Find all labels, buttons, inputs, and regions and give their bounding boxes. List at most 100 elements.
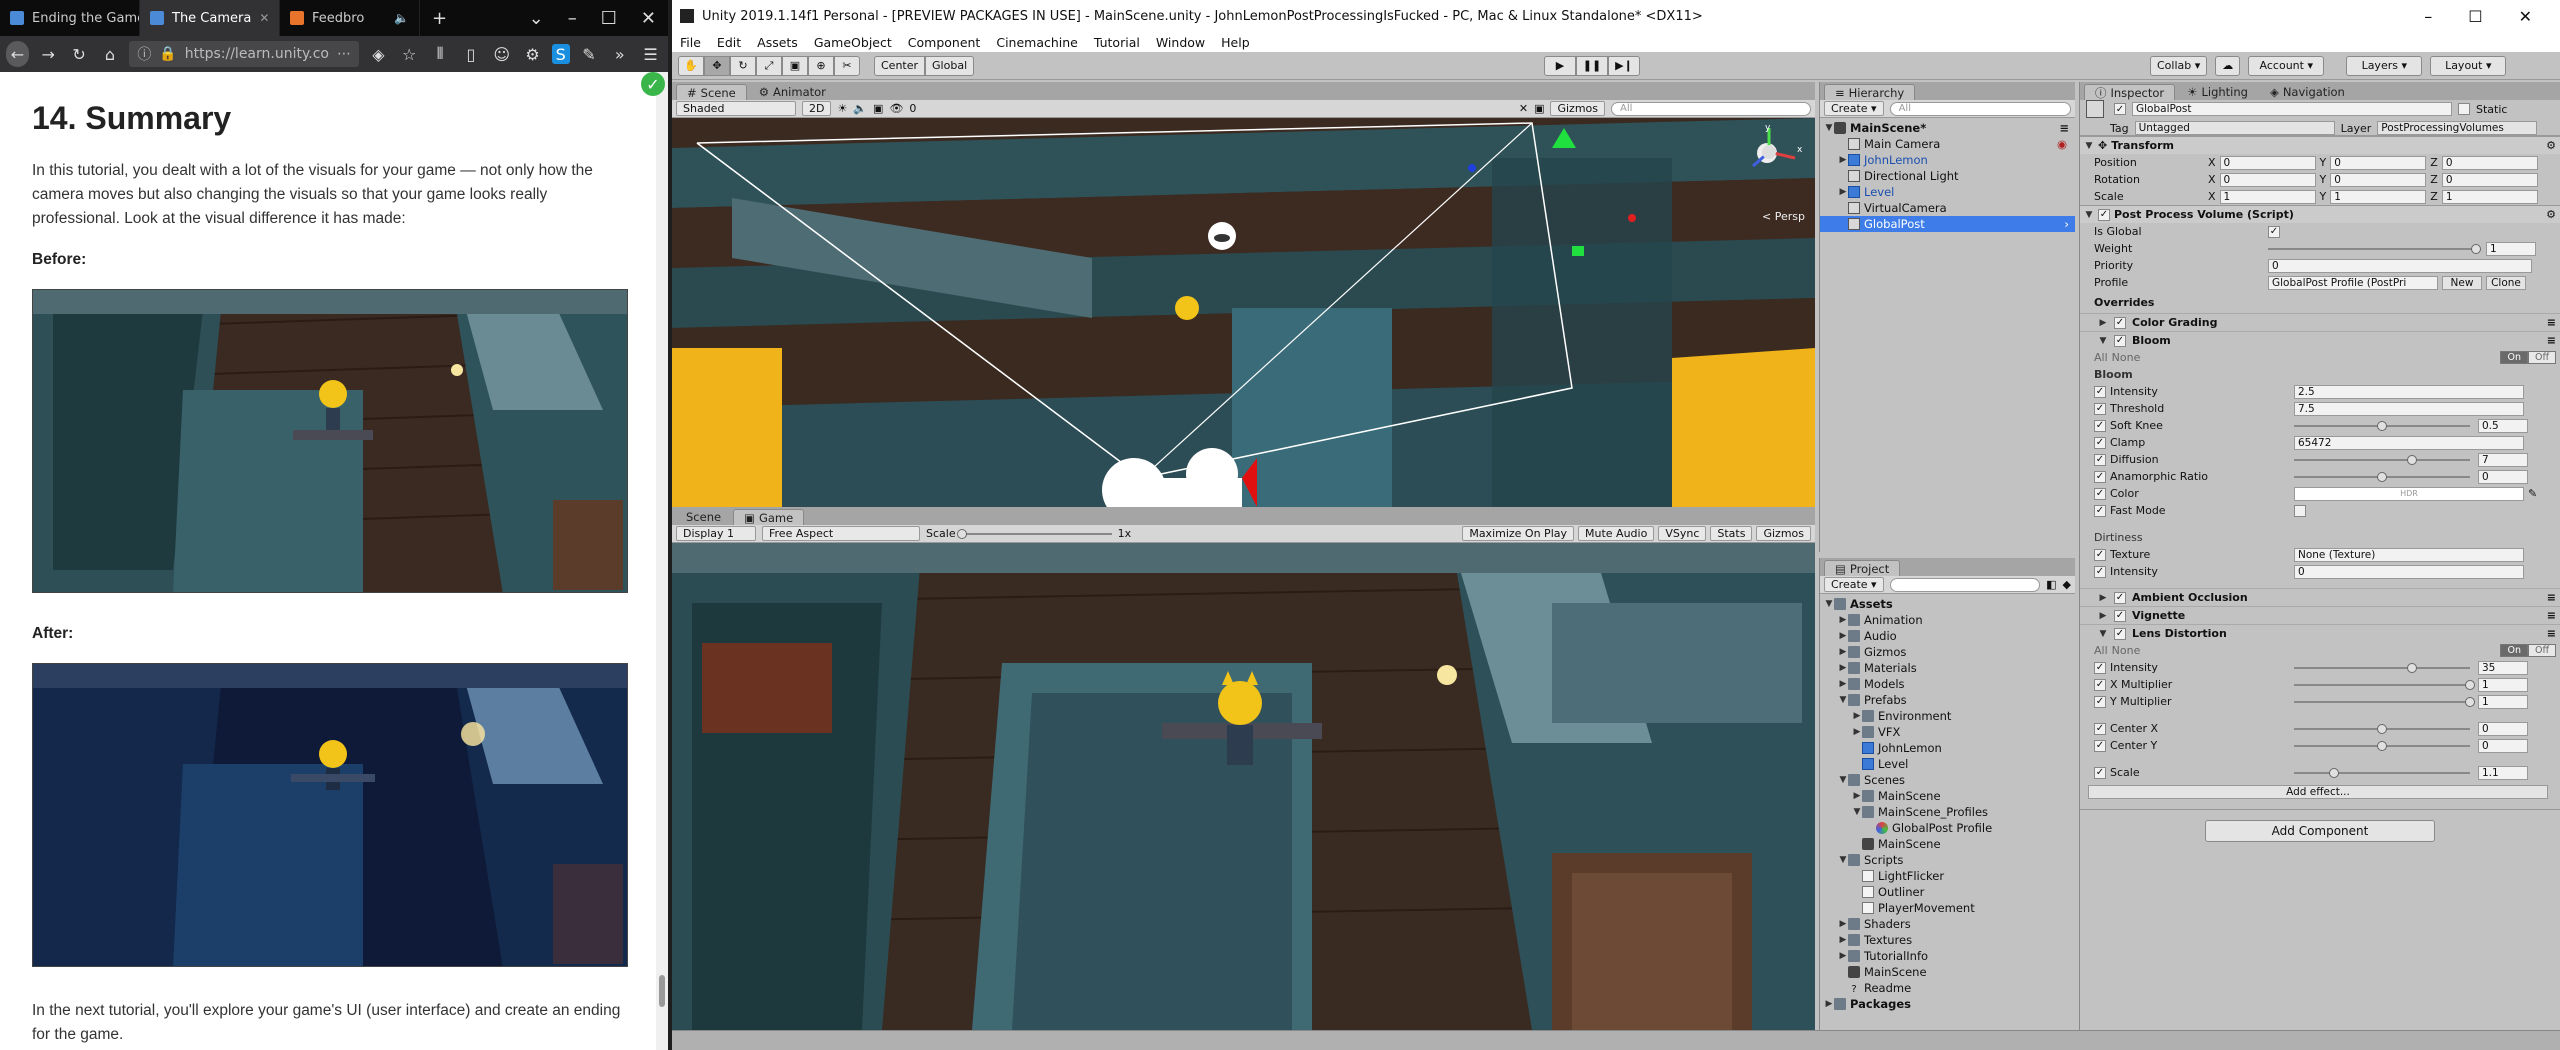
bloom-slider[interactable] bbox=[2294, 470, 2470, 484]
expand-arrow-icon[interactable]: ▼ bbox=[1824, 596, 1834, 612]
pivot-center-button[interactable]: Center bbox=[874, 55, 926, 76]
game-viewport[interactable] bbox=[672, 543, 1815, 1030]
pause-icon[interactable]: ❚❚ bbox=[1576, 55, 1608, 76]
bloom-value-field[interactable]: 65472 bbox=[2294, 435, 2524, 450]
menu-icon[interactable]: ≡ bbox=[2547, 591, 2556, 604]
lens-value-field[interactable]: 0 bbox=[2478, 721, 2528, 736]
orientation-gizmo[interactable]: y x bbox=[1739, 122, 1809, 182]
expand-arrow-icon[interactable]: ▶ bbox=[1824, 996, 1834, 1012]
expand-arrow-icon[interactable]: ▶ bbox=[1838, 644, 1848, 660]
hierarchy-item[interactable]: VirtualCamera bbox=[1820, 200, 2075, 216]
transform-tool-icon[interactable]: ⊕ bbox=[808, 55, 834, 76]
minimize-icon[interactable]: – bbox=[2424, 7, 2432, 26]
scene-tools-icon[interactable]: ✕ bbox=[1519, 102, 1528, 115]
gizmos-dropdown[interactable]: Gizmos bbox=[1550, 101, 1605, 116]
close-tab-icon[interactable]: ✕ bbox=[259, 11, 269, 25]
more-icon[interactable]: ⋯ bbox=[337, 46, 351, 62]
eyedropper-icon[interactable]: ✎ bbox=[2528, 487, 2537, 500]
color-grading-header[interactable]: ▶ ✓ Color Grading ≡ bbox=[2080, 313, 2560, 331]
project-create-dropdown[interactable]: Create ▾ bbox=[1824, 577, 1884, 592]
skype-extension-icon[interactable]: S bbox=[551, 44, 570, 64]
hierarchy-search-input[interactable]: All bbox=[1889, 101, 2071, 116]
expand-arrow-icon[interactable]: ▼ bbox=[1824, 120, 1834, 136]
project-item[interactable]: ▶ TutorialInfo bbox=[1820, 948, 2075, 964]
lens-value-field[interactable]: 1.1 bbox=[2478, 765, 2528, 780]
none-toggle[interactable]: None bbox=[2112, 644, 2141, 657]
none-toggle[interactable]: None bbox=[2112, 351, 2141, 364]
expand-arrow-icon[interactable]: ▼ bbox=[2084, 210, 2094, 220]
transform-z-field[interactable]: 0 bbox=[2441, 172, 2538, 187]
bloom-value-field[interactable]: 2.5 bbox=[2294, 384, 2524, 399]
project-item[interactable]: ▶ Shaders bbox=[1820, 916, 2075, 932]
tab-animator[interactable]: ⚙ Animator bbox=[749, 84, 836, 100]
lens-slider[interactable] bbox=[2294, 739, 2470, 753]
bloom-color-swatch[interactable]: HDR bbox=[2294, 486, 2524, 501]
transform-x-field[interactable]: 1 bbox=[2219, 189, 2316, 204]
project-item[interactable]: LightFlicker bbox=[1820, 868, 2075, 884]
transform-z-field[interactable]: 1 bbox=[2441, 189, 2538, 204]
tag-dropdown[interactable]: Untagged bbox=[2134, 121, 2335, 135]
add-effect-button[interactable]: Add effect... bbox=[2088, 785, 2548, 799]
ambient-occlusion-header[interactable]: ▶ ✓ Ambient Occlusion ≡ bbox=[2080, 588, 2560, 606]
forward-icon[interactable]: → bbox=[37, 41, 60, 67]
speaker-icon[interactable]: 🔈 bbox=[394, 11, 409, 25]
layers-dropdown[interactable]: Layers ▾ bbox=[2346, 55, 2423, 76]
collab-button[interactable]: Collab ▾ bbox=[2150, 55, 2208, 76]
project-item[interactable]: ▶ MainScene bbox=[1820, 788, 2075, 804]
menu-icon[interactable]: ☰ bbox=[639, 41, 662, 67]
menu-component[interactable]: Component bbox=[908, 35, 981, 50]
lens-value-field[interactable]: 35 bbox=[2478, 660, 2528, 675]
cloud-icon[interactable]: ☁ bbox=[2215, 55, 2241, 76]
layout-dropdown[interactable]: Layout ▾ bbox=[2430, 55, 2507, 76]
project-item[interactable]: ▼ Prefabs bbox=[1820, 692, 2075, 708]
override-checkbox[interactable]: ✓ bbox=[2094, 678, 2106, 691]
expand-arrow-icon[interactable]: ▶ bbox=[1838, 932, 1848, 948]
library-icon[interactable]: ⫴ bbox=[429, 41, 452, 67]
override-checkbox[interactable]: ✓ bbox=[2094, 766, 2106, 779]
lens-slider[interactable] bbox=[2294, 661, 2470, 675]
weight-field[interactable]: 1 bbox=[2486, 241, 2536, 256]
static-checkbox[interactable] bbox=[2458, 103, 2470, 115]
expand-arrow-icon[interactable]: ▶ bbox=[2098, 611, 2108, 621]
lens-distortion-header[interactable]: ▼ ✓ Lens Distortion ≡ bbox=[2080, 624, 2560, 642]
all-toggle[interactable]: All bbox=[2094, 644, 2108, 657]
extension-icon[interactable]: ⚙ bbox=[521, 41, 544, 67]
lens-value-field[interactable]: 1 bbox=[2478, 677, 2528, 692]
rotate-tool-icon[interactable]: ↻ bbox=[730, 55, 756, 76]
packages-root[interactable]: ▶ Packages bbox=[1820, 996, 2075, 1012]
browser-tab-ending-game[interactable]: Ending the Game bbox=[0, 0, 140, 36]
is-global-checkbox[interactable]: ✓ bbox=[2268, 225, 2280, 238]
audio-icon[interactable]: 🔈 bbox=[853, 102, 867, 115]
page-scrollbar[interactable] bbox=[656, 72, 668, 1050]
expand-arrow-icon[interactable]: ▼ bbox=[1838, 852, 1848, 868]
project-item[interactable]: PlayerMovement bbox=[1820, 900, 2075, 916]
chevron-down-icon[interactable]: ⌄ bbox=[517, 0, 556, 36]
pocket-icon[interactable]: ◈ bbox=[367, 41, 390, 67]
browser-tab-camera[interactable]: The Camera ✕ bbox=[140, 0, 280, 36]
reload-icon[interactable]: ↻ bbox=[68, 41, 91, 67]
maximize-icon[interactable]: ☐ bbox=[2468, 7, 2482, 26]
page-scrollbar-thumb[interactable] bbox=[659, 975, 665, 1007]
expand-arrow-icon[interactable]: ▼ bbox=[2098, 629, 2108, 639]
persp-label[interactable]: < Persp bbox=[1762, 210, 1805, 223]
lens-on-off[interactable]: On Off bbox=[2500, 644, 2556, 657]
expand-arrow-icon[interactable]: ▶ bbox=[1838, 948, 1848, 964]
maximize-on-play-button[interactable]: Maximize On Play bbox=[1462, 526, 1575, 541]
override-checkbox[interactable]: ✓ bbox=[2094, 504, 2106, 517]
project-item[interactable]: ▶ Textures bbox=[1820, 932, 2075, 948]
profile-field[interactable]: GlobalPost Profile (PostPri bbox=[2268, 275, 2438, 290]
project-search-input[interactable] bbox=[1889, 577, 2041, 592]
settings-icon[interactable]: ⚙ bbox=[2546, 139, 2556, 152]
project-item[interactable]: ▶ Gizmos bbox=[1820, 644, 2075, 660]
lens-slider[interactable] bbox=[2294, 678, 2475, 692]
extension-icon[interactable]: ✎ bbox=[578, 41, 601, 67]
browser-tab-feedbro[interactable]: Feedbro 🔈 bbox=[280, 0, 420, 36]
display-dropdown[interactable]: Display 1 bbox=[676, 526, 756, 541]
transform-z-field[interactable]: 0 bbox=[2441, 155, 2538, 170]
override-checkbox[interactable]: ✓ bbox=[2094, 470, 2106, 483]
pivot-global-button[interactable]: Global bbox=[925, 55, 975, 76]
tab-game[interactable]: ▣ Game bbox=[733, 509, 805, 525]
override-checkbox[interactable]: ✓ bbox=[2094, 402, 2106, 415]
lens-slider[interactable] bbox=[2294, 695, 2475, 709]
bookmark-star-icon[interactable]: ☆ bbox=[398, 41, 421, 67]
